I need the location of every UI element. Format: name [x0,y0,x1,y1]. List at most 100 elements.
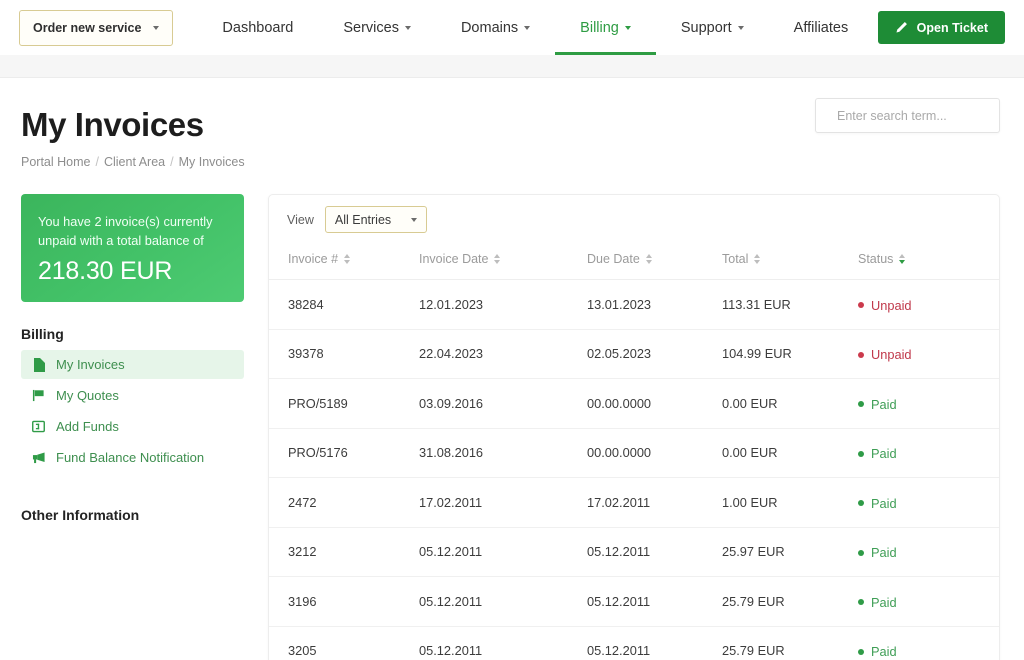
chevron-down-icon [738,26,744,30]
status-dot-icon [858,401,864,407]
cell-due-date: 00.00.0000 [587,379,722,429]
cell-total-amount: 0.00 EUR [722,428,858,478]
cell-invoice-number: PRO/5176 [269,428,419,478]
entries-select[interactable]: All Entries [325,206,427,233]
nav-underbar [0,55,1024,78]
table-row[interactable]: 3937822.04.202302.05.2023104.99 EURUnpai… [269,329,999,379]
nav-link-dashboard[interactable]: Dashboard [197,0,318,55]
cell-total-amount: 25.79 EUR [722,577,858,627]
page-header: My Invoices Portal Home/Client Area/My I… [0,78,1024,169]
table-row[interactable]: 320505.12.201105.12.201125.79 EURPaid [269,626,999,660]
sidebar-sections: BillingMy InvoicesMy QuotesAdd FundsFund… [21,326,244,523]
nav-link-billing[interactable]: Billing [555,0,656,55]
sidebar-item-fund-balance-notification[interactable]: Fund Balance Notification [21,443,244,472]
order-new-service-button[interactable]: Order new service [19,10,173,46]
view-label: View [287,213,314,227]
table-row[interactable]: 321205.12.201105.12.201125.97 EURPaid [269,527,999,577]
cell-due-date: 05.12.2011 [587,577,722,627]
balance-card: You have 2 invoice(s) currently unpaid w… [21,194,244,302]
column-header-invoice[interactable]: Invoice # [269,243,419,280]
chevron-down-icon [524,26,530,30]
sidebar-item-add-funds[interactable]: Add Funds [21,412,244,441]
breadcrumb-item-my-invoices: My Invoices [179,155,245,169]
nav-link-services[interactable]: Services [318,0,436,55]
cell-status: Paid [858,577,999,627]
bullhorn-icon [31,451,46,464]
nav-link-label: Affiliates [794,20,849,36]
cell-invoice-number: 3205 [269,626,419,660]
cell-invoice-number: 3212 [269,527,419,577]
column-header-label: Status [858,252,893,266]
cell-due-date: 00.00.0000 [587,428,722,478]
entries-select-value: All Entries [335,213,391,227]
sort-toggle-icon[interactable] [494,254,500,264]
chevron-down-icon [625,26,631,30]
sidebar-item-my-invoices[interactable]: My Invoices [21,350,244,379]
table-row[interactable]: 319605.12.201105.12.201125.79 EURPaid [269,577,999,627]
cell-invoice-date: 05.12.2011 [419,527,587,577]
sidebar-item-label: My Quotes [56,388,119,403]
sort-toggle-icon[interactable] [899,254,905,264]
open-ticket-button[interactable]: Open Ticket [878,11,1005,44]
nav-link-domains[interactable]: Domains [436,0,555,55]
search-input[interactable] [837,109,998,123]
sort-toggle-icon[interactable] [646,254,652,264]
status-label: Paid [871,397,897,412]
search-box[interactable] [815,98,1000,133]
cell-total-amount: 1.00 EUR [722,478,858,528]
sidebar-item-label: My Invoices [56,357,125,372]
cell-invoice-number: 3196 [269,577,419,627]
column-header-label: Invoice # [288,252,338,266]
top-navbar: Order new service DashboardServices Domai… [0,0,1024,55]
cell-due-date: 02.05.2023 [587,329,722,379]
nav-link-label: Domains [461,20,518,36]
breadcrumb-item-client-area[interactable]: Client Area [104,155,165,169]
status-label: Unpaid [871,347,912,362]
column-header-status[interactable]: Status [858,243,999,280]
cell-status: Paid [858,626,999,660]
status-label: Paid [871,644,897,659]
cell-status: Paid [858,428,999,478]
breadcrumb: Portal Home/Client Area/My Invoices [21,155,1000,169]
cell-invoice-date: 17.02.2011 [419,478,587,528]
status-dot-icon [858,500,864,506]
sidebar-item-label: Add Funds [56,419,119,434]
cell-invoice-number: PRO/5189 [269,379,419,429]
cell-invoice-number: 39378 [269,329,419,379]
nav-link-support[interactable]: Support [656,0,769,55]
column-header-total[interactable]: Total [722,243,858,280]
pencil-icon [895,21,908,34]
balance-message: You have 2 invoice(s) currently unpaid w… [38,213,227,250]
status-dot-icon [858,302,864,308]
chevron-down-icon [405,26,411,30]
cell-due-date: 17.02.2011 [587,478,722,528]
sort-toggle-icon[interactable] [344,254,350,264]
status-badge: Paid [858,397,897,412]
status-dot-icon [858,649,864,655]
status-badge: Paid [858,595,897,610]
invoices-table-head: Invoice # Invoice DateDue DateTotalStatus [269,243,999,280]
status-badge: Paid [858,446,897,461]
column-header-invoice-date[interactable]: Invoice Date [419,243,587,280]
table-row[interactable]: 247217.02.201117.02.20111.00 EURPaid [269,478,999,528]
status-dot-icon [858,550,864,556]
column-header-due-date[interactable]: Due Date [587,243,722,280]
flag-icon [31,389,46,402]
primary-nav: DashboardServices Domains BillingSupport Af… [197,0,873,55]
status-label: Paid [871,595,897,610]
invoices-table-body: 3828412.01.202313.01.2023113.31 EURUnpai… [269,280,999,660]
breadcrumb-separator: / [95,155,98,169]
sidebar-item-my-quotes[interactable]: My Quotes [21,381,244,410]
table-row[interactable]: PRO/517631.08.201600.00.00000.00 EURPaid [269,428,999,478]
table-row[interactable]: PRO/518903.09.201600.00.00000.00 EURPaid [269,379,999,429]
status-label: Paid [871,545,897,560]
cell-total-amount: 25.97 EUR [722,527,858,577]
status-label: Paid [871,446,897,461]
breadcrumb-item-portal-home[interactable]: Portal Home [21,155,90,169]
table-row[interactable]: 3828412.01.202313.01.2023113.31 EURUnpai… [269,280,999,330]
nav-link-affiliates[interactable]: Affiliates [769,0,874,55]
cell-status: Paid [858,527,999,577]
sort-toggle-icon[interactable] [754,254,760,264]
cell-invoice-date: 03.09.2016 [419,379,587,429]
cell-due-date: 05.12.2011 [587,527,722,577]
